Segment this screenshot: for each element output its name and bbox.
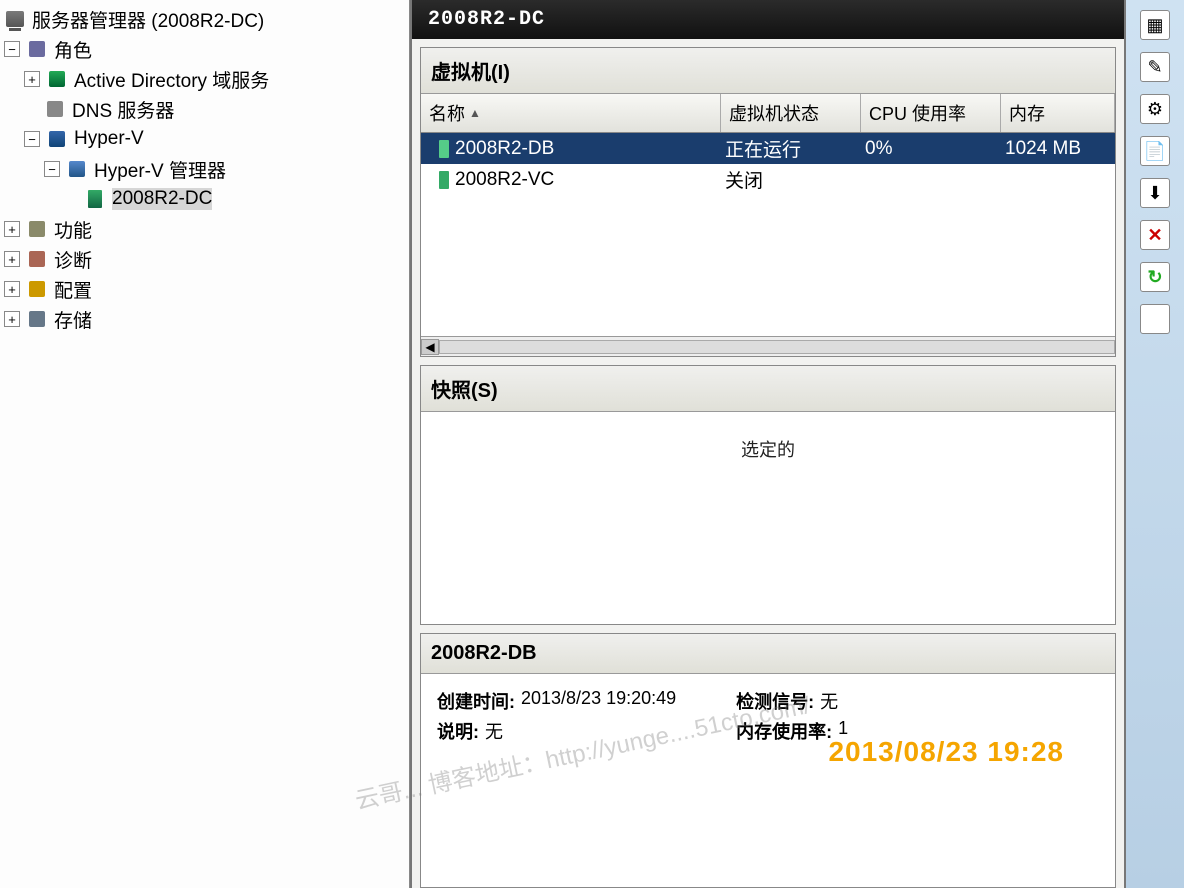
action-icon[interactable]: ⬇ xyxy=(1140,178,1170,208)
tree-storage-label: 存储 xyxy=(54,306,92,333)
col-name[interactable]: 名称 ▲ xyxy=(421,94,721,132)
help-icon[interactable]: ? xyxy=(1140,304,1170,334)
tree-root[interactable]: 服务器管理器 (2008R2-DC) xyxy=(4,4,409,34)
vm-icon xyxy=(439,171,449,189)
snapshot-text: 选定的 xyxy=(741,440,795,460)
tree-roles-label: 角色 xyxy=(54,36,92,63)
tree-features[interactable]: + 功能 xyxy=(4,214,409,244)
horizontal-scrollbar[interactable]: ◀ xyxy=(421,336,1115,356)
expand-icon[interactable]: + xyxy=(4,221,20,237)
host-icon xyxy=(88,190,102,208)
delete-icon[interactable]: ✕ xyxy=(1140,220,1170,250)
vm-cpu: 0% xyxy=(861,138,1001,160)
tree-configuration[interactable]: + 配置 xyxy=(4,274,409,304)
detail-memuse-label: 内存使用率: xyxy=(736,718,832,744)
expand-icon[interactable]: + xyxy=(4,311,20,327)
tree-dns-label: DNS 服务器 xyxy=(72,96,174,123)
col-mem[interactable]: 内存 xyxy=(1001,94,1115,132)
configuration-icon xyxy=(29,281,45,297)
tree-host[interactable]: 2008R2-DC xyxy=(4,184,409,214)
photo-timestamp: 2013/08/23 19:28 xyxy=(828,736,1064,768)
expand-icon[interactable]: + xyxy=(4,251,20,267)
server-icon xyxy=(6,11,24,27)
action-icon[interactable]: ▦ xyxy=(1140,10,1170,40)
scroll-track[interactable] xyxy=(439,340,1115,354)
vm-row[interactable]: 2008R2-VC 关闭 xyxy=(421,164,1115,195)
refresh-icon[interactable]: ↻ xyxy=(1140,262,1170,292)
ad-icon xyxy=(49,71,65,87)
right-action-panel: ▦ ✎ ⚙ 📄 ⬇ ✕ ↻ ? xyxy=(1124,0,1184,888)
vm-panel: 虚拟机(I) 名称 ▲ 虚拟机状态 CPU 使用率 内存 2008R2-DB 正… xyxy=(420,47,1116,357)
collapse-icon[interactable]: − xyxy=(24,131,40,147)
snapshot-body: 选定的 xyxy=(421,412,1115,486)
navigation-tree[interactable]: 服务器管理器 (2008R2-DC) − 角色 + Active Directo… xyxy=(0,0,410,888)
detail-created-value: 2013/8/23 19:20:49 xyxy=(521,688,676,714)
detail-desc-label: 说明: xyxy=(437,718,479,744)
expand-icon[interactable]: + xyxy=(4,281,20,297)
tree-hyperv[interactable]: − Hyper-V xyxy=(4,124,409,154)
scroll-left-icon[interactable]: ◀ xyxy=(421,339,439,355)
tree-root-label: 服务器管理器 (2008R2-DC) xyxy=(32,6,264,33)
storage-icon xyxy=(29,311,45,327)
hyperv-mgr-icon xyxy=(69,161,85,177)
sort-asc-icon: ▲ xyxy=(469,106,481,120)
tree-diagnostics[interactable]: + 诊断 xyxy=(4,244,409,274)
detail-panel-header: 2008R2-DB xyxy=(421,634,1115,674)
vm-row[interactable]: 2008R2-DB 正在运行 0% 1024 MB xyxy=(421,133,1115,164)
tree-storage[interactable]: + 存储 xyxy=(4,304,409,334)
vm-state: 关闭 xyxy=(721,166,861,193)
hyperv-icon xyxy=(49,131,65,147)
action-icon[interactable]: ✎ xyxy=(1140,52,1170,82)
vm-table-header[interactable]: 名称 ▲ 虚拟机状态 CPU 使用率 内存 xyxy=(421,94,1115,133)
dns-icon xyxy=(47,101,63,117)
snapshot-panel: 快照(S) 选定的 xyxy=(420,365,1116,625)
expand-icon[interactable]: + xyxy=(24,71,40,87)
vm-name: 2008R2-VC xyxy=(455,169,554,191)
snapshot-panel-header: 快照(S) xyxy=(421,366,1115,412)
detail-created-label: 创建时间: xyxy=(437,688,515,714)
vm-mem: 1024 MB xyxy=(1001,138,1115,160)
action-icon[interactable]: ⚙ xyxy=(1140,94,1170,124)
vm-state: 正在运行 xyxy=(721,135,861,162)
col-name-label: 名称 xyxy=(429,100,465,126)
tree-hyperv-label: Hyper-V xyxy=(74,128,144,150)
vm-icon xyxy=(439,140,449,158)
roles-icon xyxy=(29,41,45,57)
tree-host-label: 2008R2-DC xyxy=(112,188,212,210)
tree-features-label: 功能 xyxy=(54,216,92,243)
vm-name: 2008R2-DB xyxy=(455,138,554,160)
collapse-icon[interactable]: − xyxy=(4,41,20,57)
tree-roles[interactable]: − 角色 xyxy=(4,34,409,64)
main-title: 2008R2-DC xyxy=(412,0,1124,39)
tree-ad-label: Active Directory 域服务 xyxy=(74,66,269,93)
diagnostics-icon xyxy=(29,251,45,267)
tree-dns[interactable]: DNS 服务器 xyxy=(4,94,409,124)
col-state[interactable]: 虚拟机状态 xyxy=(721,94,861,132)
action-icon[interactable]: 📄 xyxy=(1140,136,1170,166)
detail-signal-label: 检测信号: xyxy=(736,688,814,714)
vm-panel-header: 虚拟机(I) xyxy=(421,48,1115,94)
tree-hvmgr-label: Hyper-V 管理器 xyxy=(94,156,226,183)
tree-hvmgr[interactable]: − Hyper-V 管理器 xyxy=(4,154,409,184)
tree-configuration-label: 配置 xyxy=(54,276,92,303)
detail-desc-value: 无 xyxy=(485,718,503,744)
collapse-icon[interactable]: − xyxy=(44,161,60,177)
features-icon xyxy=(29,221,45,237)
tree-ad[interactable]: + Active Directory 域服务 xyxy=(4,64,409,94)
col-cpu[interactable]: CPU 使用率 xyxy=(861,94,1001,132)
detail-signal-value: 无 xyxy=(820,688,838,714)
tree-diagnostics-label: 诊断 xyxy=(54,246,92,273)
